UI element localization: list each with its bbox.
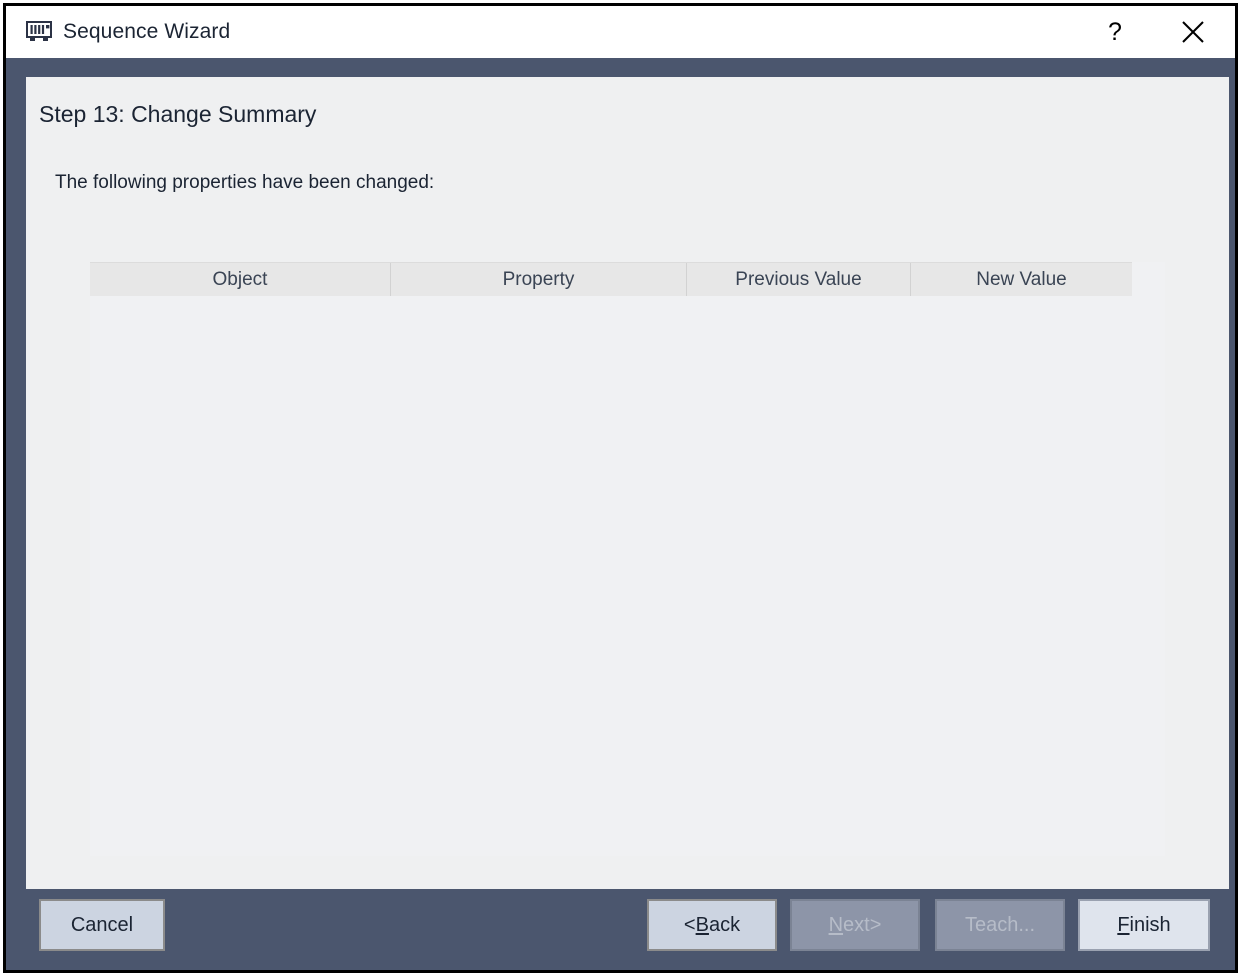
wizard-frame: Step 13: Change Summary The following pr… <box>6 58 1235 970</box>
column-header-previous-value[interactable]: Previous Value <box>686 263 910 296</box>
page-title: Step 13: Change Summary <box>39 101 317 127</box>
finish-button-accel: F <box>1117 913 1130 936</box>
next-button-suffix: > <box>869 913 882 936</box>
window-title: Sequence Wizard <box>63 20 231 43</box>
title-bar: Sequence Wizard ? <box>6 6 1235 58</box>
back-button-accel: B <box>695 913 709 936</box>
column-header-object[interactable]: Object <box>90 263 390 296</box>
column-header-new-value[interactable]: New Value <box>910 263 1132 296</box>
column-header-property[interactable]: Property <box>390 263 686 296</box>
table-header-row: Object Property Previous Value New Value <box>90 262 1132 296</box>
close-button[interactable] <box>1165 7 1221 57</box>
wizard-footer: Cancel < Back Next > Teach... Finish <box>26 899 1229 954</box>
memory-module-icon <box>26 21 52 41</box>
next-button[interactable]: Next > <box>790 899 920 951</box>
back-button[interactable]: < Back <box>647 899 777 951</box>
finish-button[interactable]: Finish <box>1078 899 1210 951</box>
next-button-accel: N <box>828 913 844 936</box>
teach-button[interactable]: Teach... <box>935 899 1065 951</box>
cancel-button-label: Cancel <box>70 913 134 936</box>
content-panel: Step 13: Change Summary The following pr… <box>26 77 1229 889</box>
close-icon <box>1182 21 1204 43</box>
changes-table[interactable]: Object Property Previous Value New Value <box>90 262 1165 856</box>
back-button-label: ack <box>708 913 741 936</box>
cancel-button[interactable]: Cancel <box>39 899 165 951</box>
intro-text: The following properties have been chang… <box>55 172 435 193</box>
back-button-prefix: < <box>683 913 696 936</box>
help-button[interactable]: ? <box>1087 7 1143 57</box>
finish-button-label: inish <box>1129 913 1171 936</box>
question-mark-icon: ? <box>1108 17 1122 46</box>
teach-button-label: Teach... <box>964 913 1036 936</box>
sequence-wizard-window: Sequence Wizard ? Step 13: Change Summar… <box>0 0 1241 976</box>
next-button-label: ext <box>843 913 870 936</box>
table-body-empty <box>90 296 1165 856</box>
